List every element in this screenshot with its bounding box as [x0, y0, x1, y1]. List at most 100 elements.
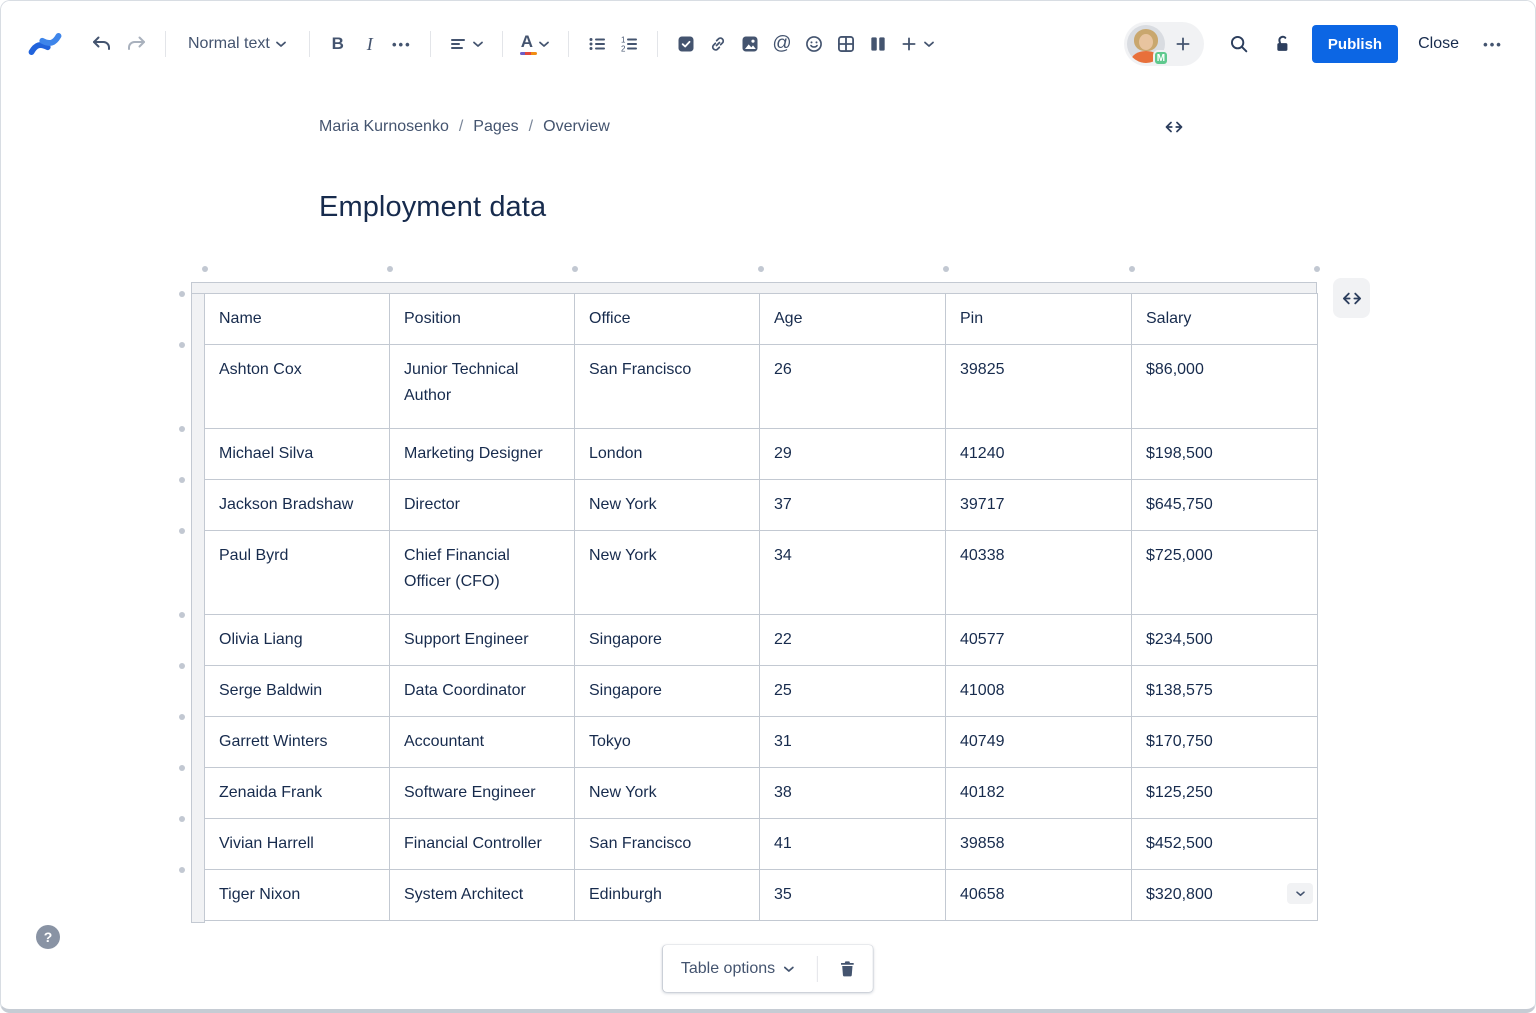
more-actions-button[interactable]: •••: [1477, 28, 1509, 60]
column-header[interactable]: Position: [389, 293, 575, 345]
more-formatting-button[interactable]: •••: [386, 28, 418, 60]
table-cell[interactable]: $138,575: [1131, 665, 1318, 717]
column-header[interactable]: Office: [574, 293, 760, 345]
table-cell[interactable]: San Francisco: [574, 818, 760, 870]
table-cell[interactable]: Singapore: [574, 614, 760, 666]
column-handle-dot[interactable]: [758, 266, 764, 272]
column-header[interactable]: Age: [759, 293, 946, 345]
table-cell[interactable]: 25: [759, 665, 946, 717]
image-button[interactable]: [734, 28, 766, 60]
table-cell[interactable]: $234,500: [1131, 614, 1318, 666]
row-handle-dot[interactable]: [179, 477, 185, 483]
italic-button[interactable]: I: [354, 28, 386, 60]
row-handle-dot[interactable]: [179, 765, 185, 771]
breadcrumb-pages-link[interactable]: Pages: [473, 118, 518, 136]
table-cell[interactable]: $725,000: [1131, 530, 1318, 615]
redo-button[interactable]: [119, 28, 153, 60]
table-cell[interactable]: San Francisco: [574, 344, 760, 429]
table-cell[interactable]: 29: [759, 428, 946, 480]
table-cell[interactable]: 39717: [945, 479, 1132, 531]
publish-button[interactable]: Publish: [1311, 25, 1399, 63]
column-handle-dot[interactable]: [943, 266, 949, 272]
table-cell[interactable]: 26: [759, 344, 946, 429]
table-cell[interactable]: Olivia Liang: [204, 614, 390, 666]
row-handle-dot[interactable]: [179, 816, 185, 822]
table-cell[interactable]: 40182: [945, 767, 1132, 819]
table-cell[interactable]: $198,500: [1131, 428, 1318, 480]
table-cell[interactable]: Accountant: [389, 716, 575, 768]
table-row-controls-strip[interactable]: [191, 282, 205, 923]
page-width-toggle[interactable]: [1159, 113, 1189, 141]
table-cell[interactable]: 34: [759, 530, 946, 615]
table-cell[interactable]: $125,250: [1131, 767, 1318, 819]
table-cell[interactable]: 41008: [945, 665, 1132, 717]
table-cell[interactable]: 40338: [945, 530, 1132, 615]
mention-button[interactable]: @: [766, 28, 798, 60]
table-cell[interactable]: Ashton Cox: [204, 344, 390, 429]
table-cell[interactable]: Jackson Bradshaw: [204, 479, 390, 531]
table-cell[interactable]: $86,000: [1131, 344, 1318, 429]
table-button[interactable]: [830, 28, 862, 60]
emoji-button[interactable]: [798, 28, 830, 60]
table-cell[interactable]: New York: [574, 530, 760, 615]
column-handle-dot[interactable]: [202, 266, 208, 272]
table-cell[interactable]: Director: [389, 479, 575, 531]
row-handle-dot[interactable]: [179, 426, 185, 432]
table-cell[interactable]: Junior Technical Author: [389, 344, 575, 429]
column-handle-dot[interactable]: [1314, 266, 1320, 272]
column-header[interactable]: Salary: [1131, 293, 1318, 345]
table-cell[interactable]: Marketing Designer: [389, 428, 575, 480]
table-cell[interactable]: 41: [759, 818, 946, 870]
user-avatar[interactable]: M: [1126, 25, 1169, 66]
breadcrumb-space-link[interactable]: Maria Kurnosenko: [319, 118, 449, 136]
column-handle-dot[interactable]: [387, 266, 393, 272]
table-cell[interactable]: Zenaida Frank: [204, 767, 390, 819]
table-cell[interactable]: Tiger Nixon: [204, 869, 390, 921]
row-handle-dot[interactable]: [179, 612, 185, 618]
table-cell[interactable]: Financial Controller: [389, 818, 575, 870]
row-handle-dot[interactable]: [179, 528, 185, 534]
table-cell[interactable]: London: [574, 428, 760, 480]
search-button[interactable]: [1222, 28, 1256, 60]
invite-button[interactable]: [1165, 35, 1201, 53]
table-cell[interactable]: 38: [759, 767, 946, 819]
column-handle-dot[interactable]: [572, 266, 578, 272]
table-cell[interactable]: System Architect: [389, 869, 575, 921]
breadcrumb-parent-link[interactable]: Overview: [543, 118, 610, 136]
numbered-list-button[interactable]: 1 2: [613, 28, 645, 60]
bullet-list-button[interactable]: [581, 28, 613, 60]
table-cell[interactable]: Software Engineer: [389, 767, 575, 819]
table-cell[interactable]: 40577: [945, 614, 1132, 666]
table-cell[interactable]: 40749: [945, 716, 1132, 768]
table-overflow-chevron[interactable]: [1287, 883, 1313, 904]
close-button[interactable]: Close: [1406, 27, 1471, 61]
table-cell[interactable]: Serge Baldwin: [204, 665, 390, 717]
insert-dropdown[interactable]: [894, 28, 941, 60]
row-handle-dot[interactable]: [179, 342, 185, 348]
table-cell[interactable]: 40658: [945, 869, 1132, 921]
table-cell[interactable]: 39825: [945, 344, 1132, 429]
table-cell[interactable]: Tokyo: [574, 716, 760, 768]
table-cell[interactable]: 39858: [945, 818, 1132, 870]
layouts-button[interactable]: [862, 28, 894, 60]
table-cell[interactable]: Michael Silva: [204, 428, 390, 480]
link-button[interactable]: [702, 28, 734, 60]
table-cell[interactable]: New York: [574, 767, 760, 819]
table-cell[interactable]: Vivian Harrell: [204, 818, 390, 870]
column-header[interactable]: Pin: [945, 293, 1132, 345]
table-cell[interactable]: $645,750: [1131, 479, 1318, 531]
column-header[interactable]: Name: [204, 293, 390, 345]
page-title[interactable]: Employment data: [319, 191, 546, 224]
table-cell[interactable]: 37: [759, 479, 946, 531]
table-options-dropdown[interactable]: Table options: [669, 954, 807, 984]
undo-button[interactable]: [85, 28, 119, 60]
table-cell[interactable]: Edinburgh: [574, 869, 760, 921]
column-handle-dot[interactable]: [1129, 266, 1135, 272]
table-cell[interactable]: New York: [574, 479, 760, 531]
table-cell[interactable]: Paul Byrd: [204, 530, 390, 615]
row-handle-dot[interactable]: [179, 867, 185, 873]
table-cell[interactable]: 31: [759, 716, 946, 768]
table-cell[interactable]: 35: [759, 869, 946, 921]
table-cell[interactable]: 22: [759, 614, 946, 666]
table-cell[interactable]: Garrett Winters: [204, 716, 390, 768]
